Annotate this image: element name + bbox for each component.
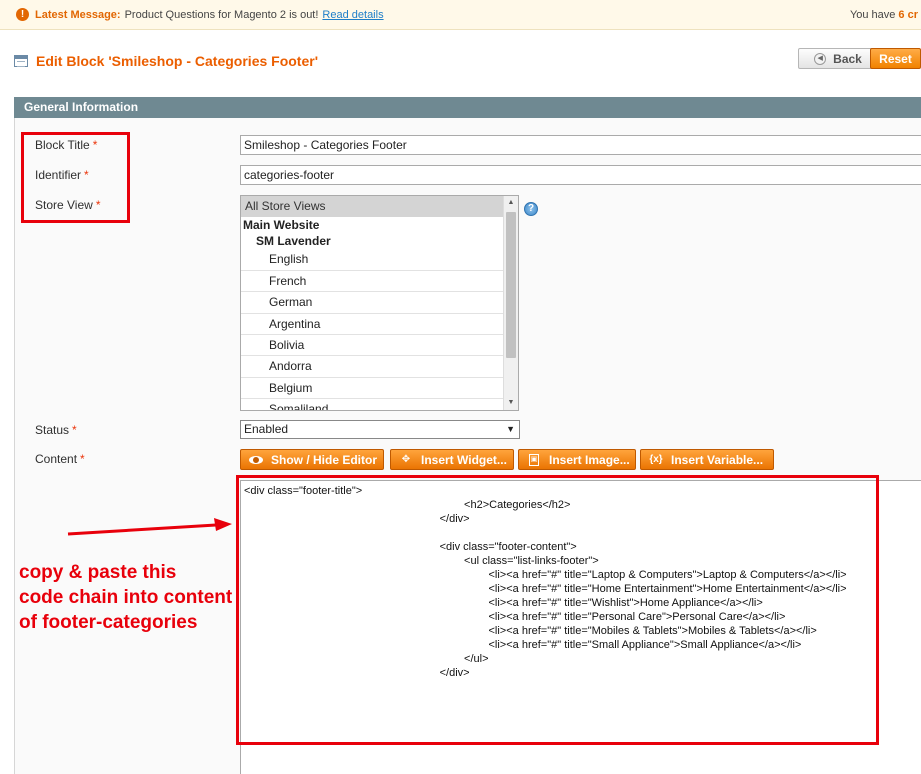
annotation-arrow-icon xyxy=(67,518,232,536)
block-grid-icon xyxy=(14,55,28,67)
section-header: General Information xyxy=(14,97,921,118)
store-view-option[interactable]: Bolivia xyxy=(241,335,504,357)
scroll-down-arrow-icon[interactable]: ▼ xyxy=(504,396,518,410)
store-view-option[interactable]: All Store Views xyxy=(241,196,504,218)
store-view-option[interactable]: French xyxy=(241,271,504,293)
annotation-line-3: of footer-categories xyxy=(19,612,198,633)
show-hide-editor-button[interactable]: Show / Hide Editor xyxy=(240,449,384,470)
store-view-option[interactable]: SM Lavender xyxy=(241,233,504,249)
eye-icon xyxy=(249,454,263,466)
notice-right-prefix: You have xyxy=(849,9,896,21)
store-view-option[interactable]: Belgium xyxy=(241,378,504,400)
warning-icon: ! xyxy=(16,8,29,21)
store-view-option[interactable]: English xyxy=(241,249,504,271)
content-label-text: Content xyxy=(35,452,78,466)
store-view-option[interactable]: German xyxy=(241,292,504,314)
store-view-option[interactable]: Argentina xyxy=(241,314,504,335)
reset-button-label: Reset xyxy=(879,51,912,66)
status-selected-value: Enabled xyxy=(244,422,289,436)
insert-widget-label: Insert Widget... xyxy=(421,452,507,467)
insert-widget-button[interactable]: ✥ Insert Widget... xyxy=(390,449,514,470)
insert-variable-button[interactable]: {x} Insert Variable... xyxy=(640,449,774,470)
store-view-scrollbar[interactable]: ▲ ▼ xyxy=(503,196,518,410)
scroll-thumb[interactable] xyxy=(506,212,516,358)
notice-message: Product Questions for Magento 2 is out! xyxy=(124,8,319,21)
status-label-text: Status xyxy=(35,423,70,437)
insert-image-button[interactable]: ▣ Insert Image... xyxy=(518,449,636,470)
notification-bar: ! Latest Message: Product Questions for … xyxy=(0,0,921,30)
required-marker: * xyxy=(80,452,85,466)
store-view-option[interactable]: Somaliland xyxy=(241,399,504,410)
back-button[interactable]: ◀ Back xyxy=(798,48,878,69)
page-header: Edit Block 'Smileshop - Categories Foote… xyxy=(14,46,921,76)
identifier-input[interactable]: categories-footer xyxy=(240,165,921,185)
insert-image-label: Insert Image... xyxy=(549,452,630,467)
page-title: Edit Block 'Smileshop - Categories Foote… xyxy=(36,53,319,69)
back-arrow-icon: ◀ xyxy=(814,52,827,65)
scroll-up-arrow-icon[interactable]: ▲ xyxy=(504,196,518,210)
notice-count[interactable]: 6 cr xyxy=(898,9,918,21)
variable-icon: {x} xyxy=(649,454,663,465)
annotation-box-content xyxy=(236,475,879,745)
status-label: Status * xyxy=(35,423,77,437)
reset-button[interactable]: Reset xyxy=(870,48,921,69)
notice-right: You have 6 cr xyxy=(849,0,921,29)
insert-variable-label: Insert Variable... xyxy=(671,452,764,467)
widget-icon: ✥ xyxy=(401,454,411,465)
store-view-options: All Store Views Main Website SM Lavender En… xyxy=(241,196,504,410)
annotation-line-1: copy & paste this xyxy=(19,562,177,583)
block-title-input[interactable]: Smileshop - Categories Footer xyxy=(240,135,921,155)
store-view-option[interactable]: Main Website xyxy=(241,217,504,233)
image-icon: ▣ xyxy=(527,453,541,466)
store-view-option[interactable]: Andorra xyxy=(241,356,504,378)
annotation-text: copy & paste this code chain into conten… xyxy=(19,560,279,635)
notice-label: Latest Message: xyxy=(35,8,121,21)
content-label: Content * xyxy=(35,452,85,466)
annotation-line-2: code chain into content xyxy=(19,587,233,608)
back-button-label: Back xyxy=(833,51,862,66)
store-view-multiselect[interactable]: All Store Views Main Website SM Lavender En… xyxy=(240,195,519,411)
annotation-box-fields xyxy=(21,132,130,223)
status-select[interactable]: Enabled ▼ xyxy=(240,420,520,439)
help-icon[interactable]: ? xyxy=(524,202,538,216)
chevron-down-icon: ▼ xyxy=(506,424,515,434)
read-details-link[interactable]: Read details xyxy=(322,9,383,21)
required-marker: * xyxy=(72,423,77,437)
show-hide-editor-label: Show / Hide Editor xyxy=(271,452,378,467)
